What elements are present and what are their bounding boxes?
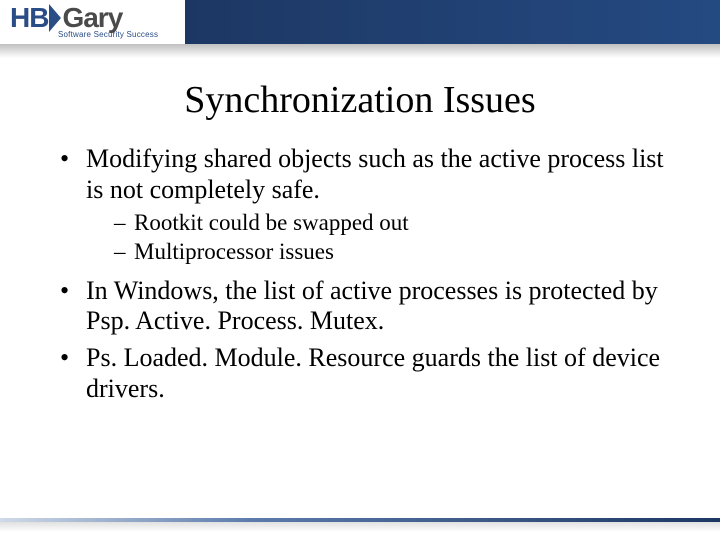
logo-hb-text: HB — [10, 2, 48, 32]
logo: HB Gary — [10, 2, 122, 46]
header: HB Gary Software Security Success — [0, 0, 720, 60]
slide-body: Modifying shared objects such as the act… — [0, 144, 720, 404]
sub-bullet-list: Rootkit could be swapped out Multiproces… — [86, 209, 672, 265]
bullet-list: Modifying shared objects such as the act… — [60, 144, 672, 404]
slide: HB Gary Software Security Success Synchr… — [0, 0, 720, 540]
footer-shadow — [0, 522, 720, 532]
sub-bullet-text: Multiprocessor issues — [134, 239, 334, 264]
logo-tagline: Software Security Success — [58, 30, 158, 39]
bullet-text: In Windows, the list of active processes… — [86, 276, 658, 336]
bullet-item: Modifying shared objects such as the act… — [60, 144, 672, 266]
bullet-item: In Windows, the list of active processes… — [60, 276, 672, 337]
sub-bullet-item: Multiprocessor issues — [114, 238, 672, 265]
arrow-right-icon — [49, 4, 61, 32]
bullet-item: Ps. Loaded. Module. Resource guards the … — [60, 343, 672, 404]
slide-title: Synchronization Issues — [0, 78, 720, 122]
sub-bullet-item: Rootkit could be swapped out — [114, 209, 672, 236]
header-shadow — [0, 44, 720, 58]
logo-gary-text: Gary — [62, 2, 122, 32]
bullet-text: Ps. Loaded. Module. Resource guards the … — [86, 343, 660, 403]
bullet-text: Modifying shared objects such as the act… — [86, 144, 664, 204]
sub-bullet-text: Rootkit could be swapped out — [134, 210, 409, 235]
